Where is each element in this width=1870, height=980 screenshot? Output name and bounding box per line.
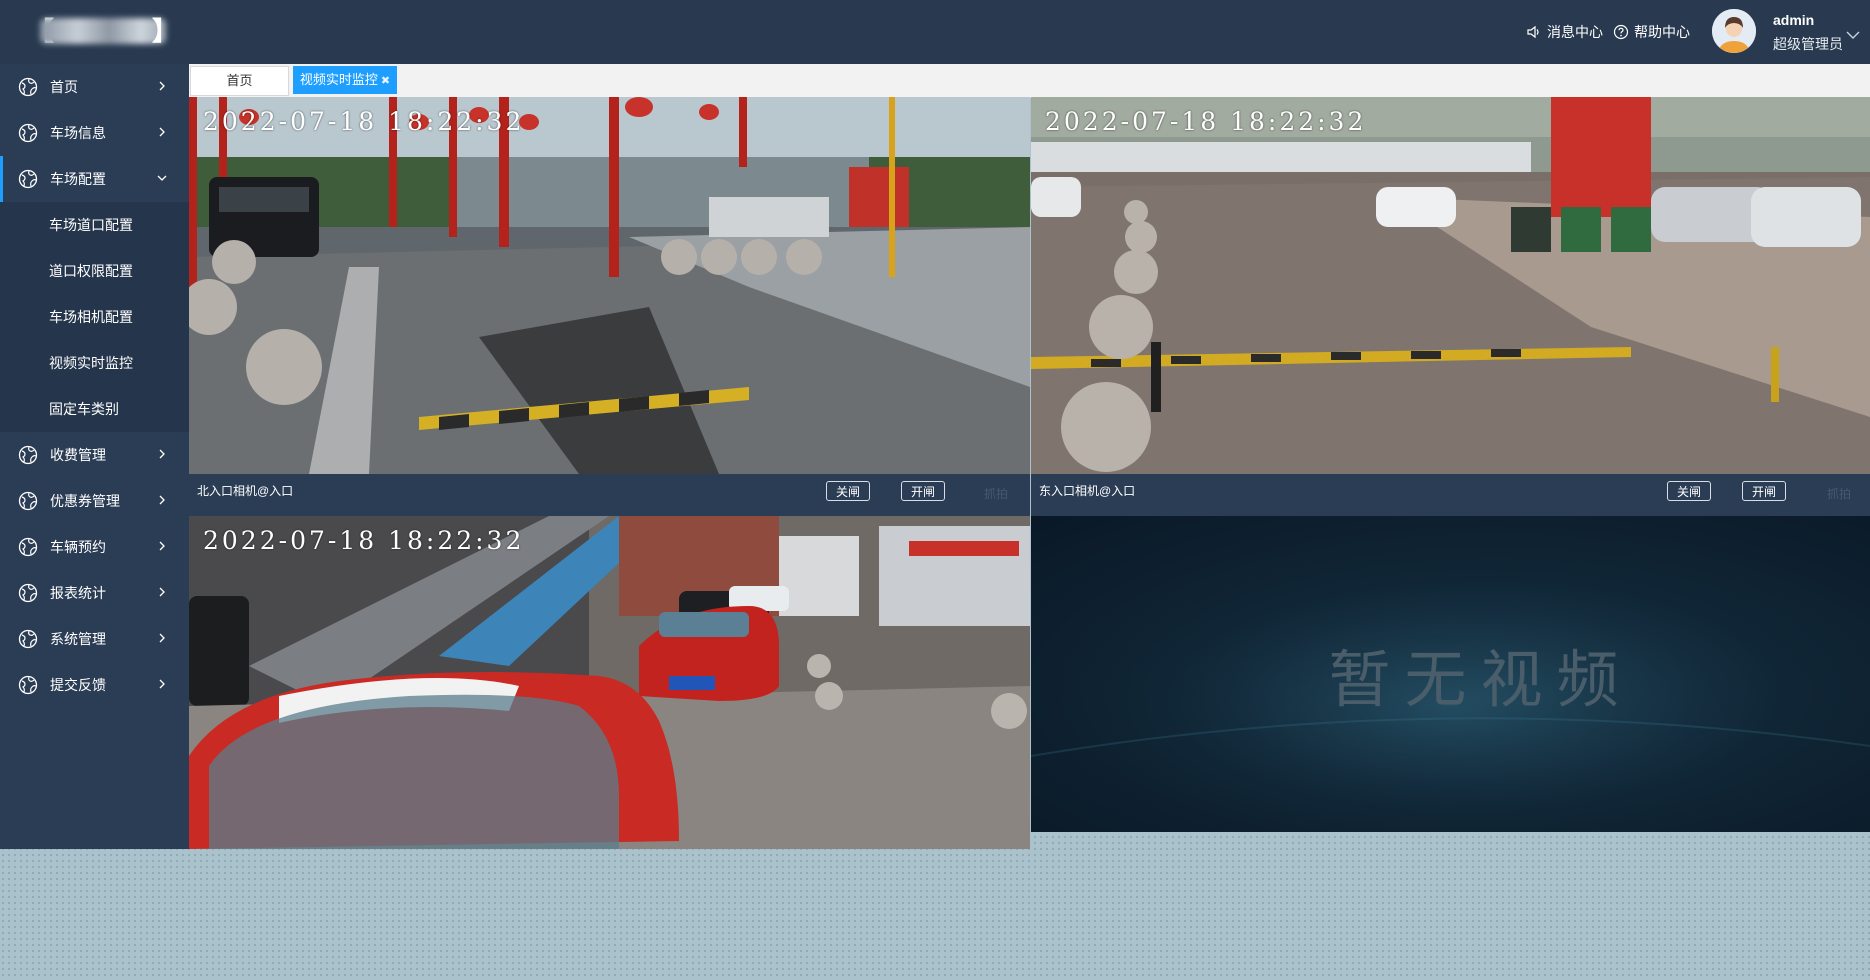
globe-icon [18, 445, 38, 465]
globe-icon [18, 537, 38, 557]
globe-icon [18, 491, 38, 511]
sidebar-item-label: 车场配置 [50, 171, 106, 187]
logo-right-bracket: 】 [151, 16, 178, 46]
sidebar-item-label: 收费管理 [50, 447, 106, 463]
sidebar-item-label: 首页 [50, 79, 78, 95]
messages-label: 消息中心 [1547, 24, 1603, 40]
sidebar-item-label: 报表统计 [50, 585, 106, 601]
submenu-parking-config: 车场道口配置 道口权限配置 车场相机配置 视频实时监控 固定车类别 [0, 202, 189, 432]
help-label: 帮助中心 [1634, 24, 1690, 40]
video-timestamp: 2022-07-18 18:22:32 [203, 107, 525, 136]
camera-name: 北入口相机@入口 [197, 484, 294, 498]
logo-blurred-text [40, 18, 166, 44]
video-cell-mall: 2022-07-18 18:22:32 [189, 516, 1030, 849]
help-link[interactable]: 帮助中心 [1613, 22, 1690, 42]
user-avatar[interactable] [1712, 9, 1756, 53]
chevron-right-icon [159, 449, 165, 459]
capture-button[interactable]: 抓拍 [1827, 485, 1851, 502]
sidebar-item-billing[interactable]: 收费管理 [0, 432, 189, 478]
sidebar-item-label: 提交反馈 [50, 677, 106, 693]
camera-scene-image [189, 97, 1030, 474]
chevron-right-icon [159, 633, 165, 643]
sidebar-item-system[interactable]: 系统管理 [0, 616, 189, 662]
video-feed[interactable]: 2022-07-18 18:22:32 [189, 97, 1030, 474]
camera-control-bar: 东入口相机@入口 关闸 开闸 抓拍 [1031, 474, 1870, 516]
chevron-right-icon [159, 127, 165, 137]
sidebar-item-label: 系统管理 [50, 631, 106, 647]
chevron-right-icon [159, 587, 165, 597]
video-timestamp: 2022-07-18 18:22:32 [1045, 107, 1367, 136]
chevron-right-icon [159, 541, 165, 551]
sidebar-item-label: 优惠券管理 [50, 493, 120, 509]
gate-close-button[interactable]: 关闸 [826, 481, 870, 501]
gate-close-button[interactable]: 关闸 [1667, 481, 1711, 501]
tab-home[interactable]: 首页 [190, 66, 289, 96]
user-avatar-icon [1712, 9, 1756, 53]
tab-bar: 首页 视频实时监控 ✖ [189, 64, 1870, 98]
no-video-text: 暂无视频 [1328, 643, 1633, 716]
camera-name: 东入口相机@入口 [1039, 484, 1136, 498]
globe-icon [18, 77, 38, 97]
video-timestamp: 2022-07-18 18:22:32 [203, 526, 525, 555]
submenu-item-camera-config[interactable]: 车场相机配置 [0, 294, 189, 340]
sidebar-item-parking-info[interactable]: 车场信息 [0, 110, 189, 156]
camera-control-bar: 北入口相机@入口 关闸 开闸 抓拍 [189, 474, 1030, 516]
video-cell-north: 2022-07-18 18:22:32 北入口相机@入口 关闸 开闸 抓拍 [189, 97, 1030, 516]
logo: 【 】 [28, 14, 178, 48]
video-feed[interactable]: 2022-07-18 18:22:32 [1031, 97, 1870, 474]
globe-icon [18, 629, 38, 649]
top-header: 【 】 消息中心 帮助中心 admin 超级管理员 [0, 0, 1870, 64]
sidebar-item-coupons[interactable]: 优惠券管理 [0, 478, 189, 524]
globe-icon [18, 583, 38, 603]
chevron-down-icon [157, 175, 167, 181]
gate-open-button[interactable]: 开闸 [1742, 481, 1786, 501]
sidebar-item-label: 车场信息 [50, 125, 106, 141]
sidebar-item-label: 车辆预约 [50, 539, 106, 555]
user-name[interactable]: admin [1773, 12, 1814, 28]
video-cell-empty: 暂无视频 [1031, 516, 1870, 832]
chevron-down-icon[interactable] [1846, 30, 1860, 40]
messages-link[interactable]: 消息中心 [1526, 22, 1603, 42]
close-icon[interactable]: ✖ [381, 75, 390, 87]
sidebar-item-reservation[interactable]: 车辆预约 [0, 524, 189, 570]
submenu-item-fixed-vehicle-type[interactable]: 固定车类别 [0, 386, 189, 432]
sidebar-item-reports[interactable]: 报表统计 [0, 570, 189, 616]
camera-scene-image [1031, 97, 1870, 474]
video-cell-east: 2022-07-18 18:22:32 东入口相机@入口 关闸 开闸 抓拍 [1031, 97, 1870, 516]
chevron-right-icon [159, 495, 165, 505]
submenu-item-video-monitor[interactable]: 视频实时监控 [0, 340, 189, 386]
globe-icon [18, 123, 38, 143]
sidebar-item-feedback[interactable]: 提交反馈 [0, 662, 189, 708]
tab-video-monitor[interactable]: 视频实时监控 ✖ [293, 66, 397, 94]
tab-label: 视频实时监控 [299, 72, 378, 87]
user-role: 超级管理员 [1773, 36, 1843, 52]
sidebar: 首页 车场信息 车场配置 车场道口配置 道口权限配置 车场相机配置 视频实时监控… [0, 64, 189, 849]
globe-icon [18, 675, 38, 695]
capture-button[interactable]: 抓拍 [984, 485, 1008, 502]
chevron-right-icon [159, 81, 165, 91]
camera-scene-image [189, 516, 1030, 849]
submenu-item-gate-config[interactable]: 车场道口配置 [0, 202, 189, 248]
help-circle-icon [1613, 24, 1629, 40]
sidebar-item-home[interactable]: 首页 [0, 64, 189, 110]
sidebar-item-parking-config[interactable]: 车场配置 [0, 156, 189, 202]
chevron-right-icon [159, 679, 165, 689]
submenu-item-gate-permission[interactable]: 道口权限配置 [0, 248, 189, 294]
globe-icon [18, 169, 38, 189]
video-feed[interactable]: 2022-07-18 18:22:32 [189, 516, 1030, 849]
speaker-icon [1527, 25, 1539, 39]
gate-open-button[interactable]: 开闸 [901, 481, 945, 501]
